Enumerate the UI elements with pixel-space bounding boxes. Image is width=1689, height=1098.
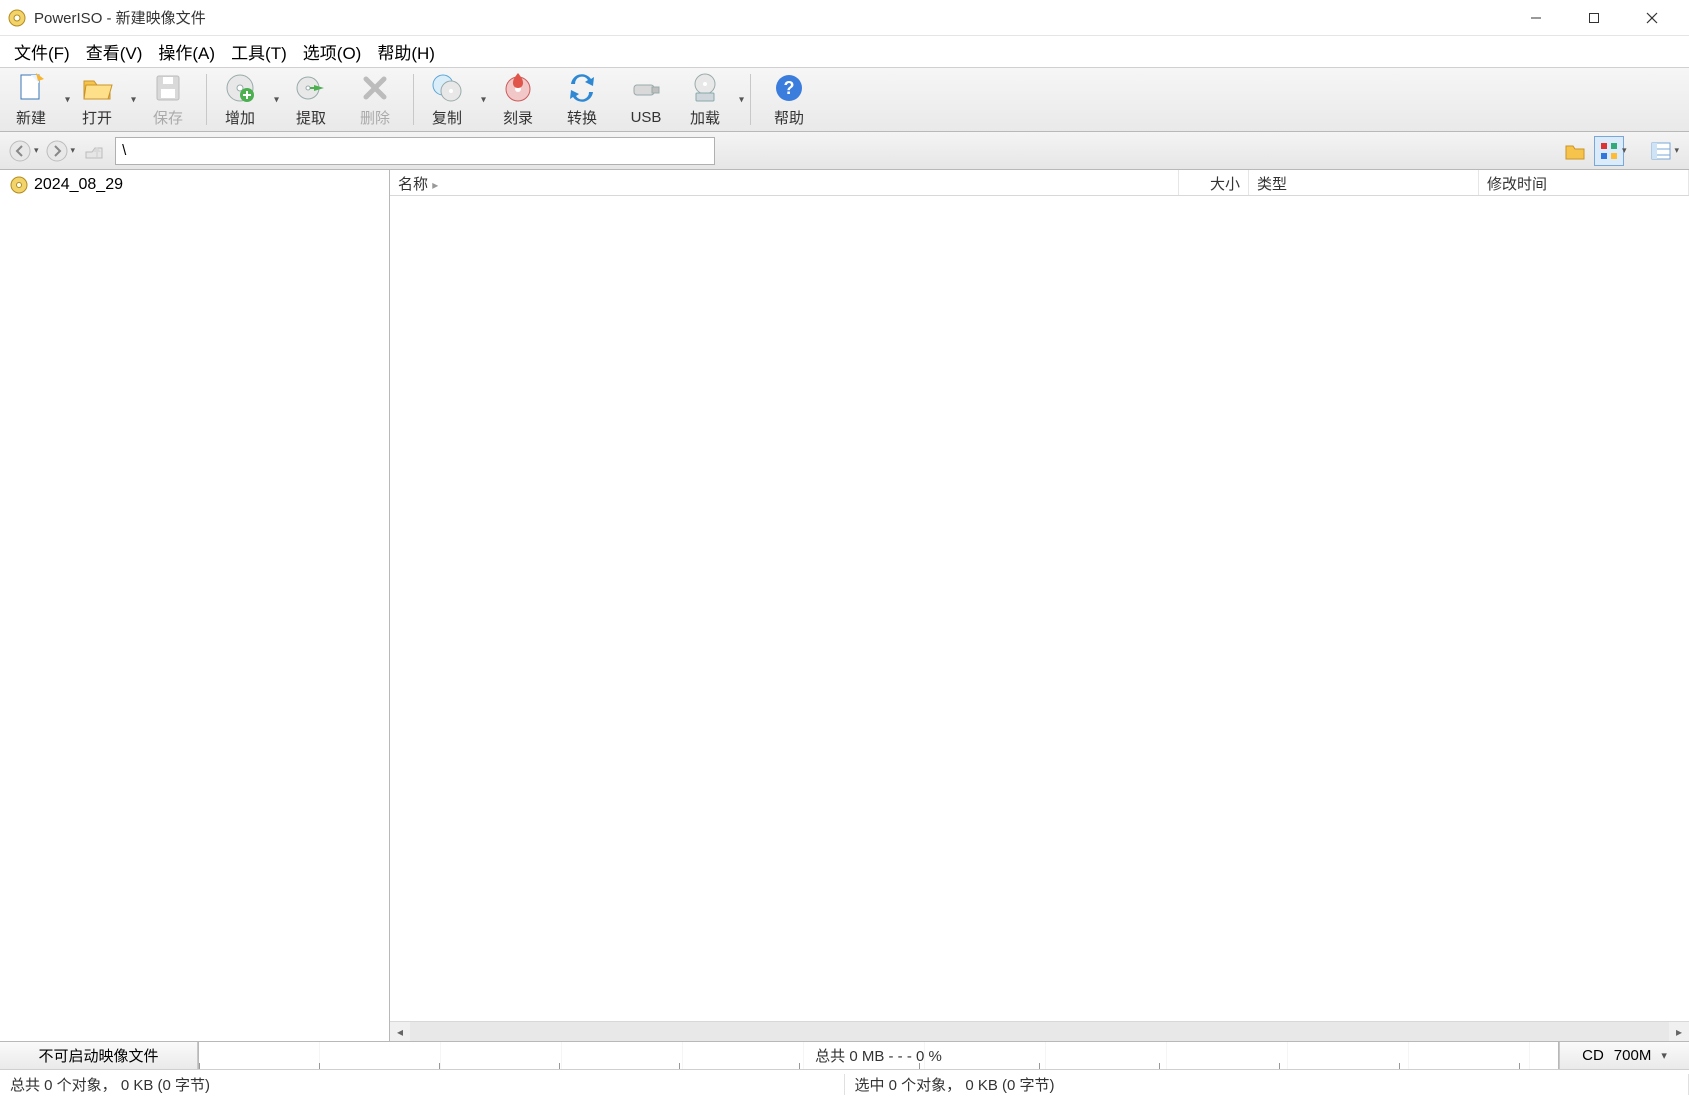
copy-button[interactable]: 复制 ▾ <box>420 70 486 129</box>
minimize-button[interactable] <box>1507 0 1565 36</box>
extract-icon <box>294 71 328 105</box>
column-size[interactable]: 大小 <box>1179 170 1249 195</box>
chevron-down-icon[interactable]: ▾ <box>1674 145 1679 156</box>
save-icon <box>151 71 185 105</box>
delete-button[interactable]: 删除 <box>343 70 407 129</box>
menu-options[interactable]: 选项(O) <box>295 37 370 66</box>
folder-tree[interactable]: 2024_08_29 <box>0 170 390 1041</box>
sort-indicator-icon: ▸ <box>432 178 438 192</box>
list-body[interactable] <box>390 196 1689 1021</box>
help-button[interactable]: ? 帮助 <box>757 70 821 129</box>
path-input[interactable] <box>115 137 715 165</box>
menu-view[interactable]: 查看(V) <box>78 37 151 66</box>
menu-action[interactable]: 操作(A) <box>150 37 223 66</box>
chevron-down-icon: ▾ <box>1661 1049 1667 1062</box>
tree-root-item[interactable]: 2024_08_29 <box>6 174 383 196</box>
open-button[interactable]: 打开 ▾ <box>70 70 136 129</box>
media-size: 700M <box>1614 1047 1652 1064</box>
scroll-left-icon[interactable]: ◂ <box>390 1022 410 1041</box>
chevron-down-icon[interactable]: ▾ <box>1622 145 1627 156</box>
column-modified[interactable]: 修改时间 <box>1479 170 1689 195</box>
nav-forward-button[interactable] <box>43 137 71 165</box>
navigation-bar: ▾ ▾ ▾ ▾ <box>0 132 1689 170</box>
disc-icon <box>10 176 28 194</box>
chevron-down-icon[interactable]: ▾ <box>739 94 744 105</box>
copy-disc-icon <box>430 71 464 105</box>
statusbar: 总共 0 个对象， 0 KB (0 字节) 选中 0 个对象， 0 KB (0 … <box>0 1070 1689 1098</box>
mount-icon <box>688 71 722 105</box>
column-type[interactable]: 类型 <box>1249 170 1479 195</box>
view-folder-button[interactable] <box>1560 136 1590 166</box>
svg-text:?: ? <box>784 78 795 98</box>
main-toolbar: 新建 ▾ 打开 ▾ 保存 增加 ▾ 提取 <box>0 68 1689 132</box>
close-button[interactable] <box>1623 0 1681 36</box>
burn-button[interactable]: 刻录 <box>486 70 550 129</box>
view-list-button[interactable] <box>1646 136 1676 166</box>
window-title: PowerISO - 新建映像文件 <box>34 7 206 28</box>
status-selected: 选中 0 个对象， 0 KB (0 字节) <box>845 1074 1689 1095</box>
capacity-text: 总共 0 MB - - - 0 % <box>809 1045 948 1066</box>
chevron-down-icon[interactable]: ▾ <box>71 145 76 156</box>
boot-type-button[interactable]: 不可启动映像文件 <box>0 1042 198 1069</box>
menubar: 文件(F) 查看(V) 操作(A) 工具(T) 选项(O) 帮助(H) <box>0 36 1689 68</box>
add-button[interactable]: 增加 ▾ <box>213 70 279 129</box>
menu-file[interactable]: 文件(F) <box>6 37 78 66</box>
menu-help[interactable]: 帮助(H) <box>369 37 443 66</box>
help-icon: ? <box>772 71 806 105</box>
titlebar: PowerISO - 新建映像文件 <box>0 0 1689 36</box>
status-total: 总共 0 个对象， 0 KB (0 字节) <box>0 1074 845 1095</box>
horizontal-scrollbar[interactable]: ◂ ▸ <box>390 1021 1689 1041</box>
new-file-icon <box>14 71 48 105</box>
nav-back-button[interactable] <box>6 137 34 165</box>
extract-button[interactable]: 提取 <box>279 70 343 129</box>
capacity-meter: 总共 0 MB - - - 0 % <box>198 1042 1559 1069</box>
usb-icon <box>629 73 663 107</box>
menu-tools[interactable]: 工具(T) <box>223 37 295 66</box>
save-button[interactable]: 保存 <box>136 70 200 129</box>
media-size-selector[interactable]: CD 700M ▾ <box>1559 1042 1689 1069</box>
scroll-track[interactable] <box>410 1022 1669 1041</box>
delete-icon <box>358 71 392 105</box>
convert-icon <box>565 71 599 105</box>
burn-icon <box>501 71 535 105</box>
app-icon <box>8 9 26 27</box>
mount-button[interactable]: 加载 ▾ <box>678 70 744 129</box>
convert-button[interactable]: 转换 <box>550 70 614 129</box>
add-disc-icon <box>223 71 257 105</box>
scroll-right-icon[interactable]: ▸ <box>1669 1022 1689 1041</box>
new-button[interactable]: 新建 ▾ <box>4 70 70 129</box>
media-type: CD <box>1582 1047 1604 1064</box>
tree-root-label: 2024_08_29 <box>34 176 123 194</box>
column-name[interactable]: 名称 ▸ <box>390 170 1179 195</box>
nav-up-button[interactable] <box>79 137 107 165</box>
file-list: 名称 ▸ 大小 类型 修改时间 ◂ ▸ <box>390 170 1689 1041</box>
open-folder-icon <box>80 71 114 105</box>
usb-button[interactable]: USB <box>614 70 678 129</box>
view-icons-button[interactable] <box>1594 136 1624 166</box>
chevron-down-icon[interactable]: ▾ <box>34 145 39 156</box>
maximize-button[interactable] <box>1565 0 1623 36</box>
list-header: 名称 ▸ 大小 类型 修改时间 <box>390 170 1689 196</box>
